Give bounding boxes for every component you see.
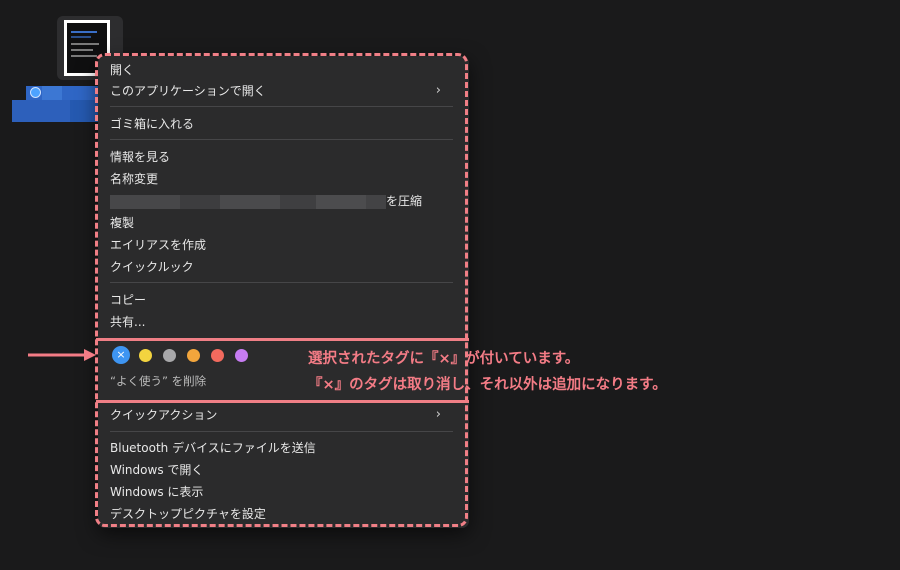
menu-item-open-with-label: このアプリケーションで開く bbox=[110, 84, 266, 98]
menu-separator bbox=[110, 139, 453, 140]
selection-indicator-icon bbox=[30, 87, 41, 98]
menu-item-move-to-trash[interactable]: ゴミ箱に入れる bbox=[110, 114, 194, 134]
menu-item-quick-actions-label: クイックアクション bbox=[110, 408, 218, 422]
tag-blue-selected[interactable]: × bbox=[112, 346, 130, 364]
menu-item-make-alias[interactable]: エイリアスを作成 bbox=[110, 235, 206, 255]
menu-item-rename[interactable]: 名称変更 bbox=[110, 169, 158, 189]
tag-purple[interactable] bbox=[235, 349, 248, 362]
menu-item-windows-show[interactable]: Windows に表示 bbox=[110, 482, 203, 502]
menu-item-quick-look[interactable]: クイックルック bbox=[110, 257, 194, 277]
menu-item-share[interactable]: 共有... bbox=[110, 312, 145, 332]
tag-orange[interactable] bbox=[187, 349, 200, 362]
menu-item-remove-favorites[interactable]: “よく使う” を削除 bbox=[110, 371, 206, 391]
menu-item-copy[interactable]: コピー bbox=[110, 290, 146, 310]
menu-item-set-desktop-picture[interactable]: デスクトップピクチャを設定 bbox=[110, 504, 266, 524]
menu-separator bbox=[110, 431, 453, 432]
chevron-right-icon: › bbox=[435, 83, 441, 98]
arrow-right-icon bbox=[28, 349, 96, 361]
menu-separator bbox=[110, 106, 453, 107]
tag-red[interactable] bbox=[211, 349, 224, 362]
menu-item-open-with[interactable]: このアプリケーションで開く › bbox=[110, 81, 455, 101]
menu-item-windows-open[interactable]: Windows で開く bbox=[110, 460, 203, 480]
menu-item-duplicate[interactable]: 複製 bbox=[110, 213, 134, 233]
tag-gray[interactable] bbox=[163, 349, 176, 362]
annotation-line-1: 選択されたタグに『×』が付いています。 bbox=[308, 351, 580, 367]
menu-item-bluetooth-send[interactable]: Bluetooth デバイスにファイルを送信 bbox=[110, 438, 316, 458]
menu-item-open[interactable]: 開く bbox=[110, 60, 134, 80]
chevron-right-icon: › bbox=[435, 407, 441, 422]
tag-yellow[interactable] bbox=[139, 349, 152, 362]
menu-item-quick-actions[interactable]: クイックアクション › bbox=[110, 405, 455, 425]
menu-item-compress[interactable]: を圧縮 bbox=[386, 191, 422, 211]
menu-item-get-info[interactable]: 情報を見る bbox=[110, 147, 170, 167]
redacted-filename bbox=[110, 195, 386, 209]
context-menu: 開く このアプリケーションで開く › ゴミ箱に入れる 情報を見る 名称変更 を圧… bbox=[98, 56, 469, 528]
close-icon: × bbox=[116, 348, 126, 361]
annotation-line-2: 『×』のタグは取り消し、それ以外は追加になります。 bbox=[308, 377, 667, 393]
menu-separator bbox=[110, 282, 453, 283]
